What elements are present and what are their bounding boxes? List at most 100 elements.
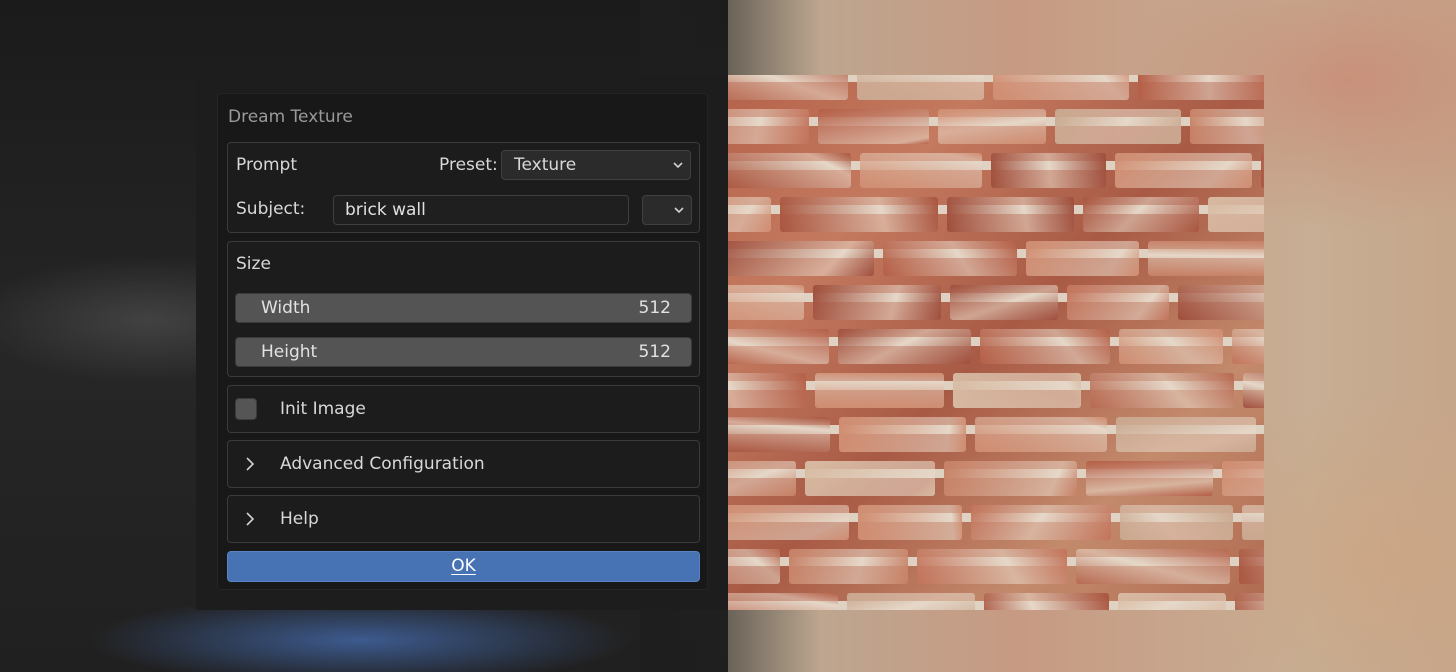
brick	[728, 75, 848, 100]
brick-row	[728, 549, 1264, 584]
brick	[780, 197, 938, 232]
ok-label: OK	[451, 556, 476, 576]
brick-row	[728, 109, 1264, 144]
brick	[1242, 505, 1264, 540]
brick	[728, 505, 849, 540]
brick	[947, 197, 1074, 232]
init-image-section[interactable]: Init Image	[227, 385, 700, 433]
brick	[838, 329, 971, 364]
size-section: Size Width 512 Height 512	[227, 241, 700, 377]
brick	[847, 593, 975, 610]
brick	[1083, 197, 1199, 232]
dialog-title: Dream Texture	[228, 107, 353, 127]
help-section[interactable]: Help	[227, 495, 700, 543]
brick	[1026, 241, 1139, 276]
brick	[1235, 593, 1264, 610]
brick	[728, 241, 874, 276]
brick	[980, 329, 1110, 364]
brick	[993, 75, 1129, 100]
dialog-panel: Dream Texture Prompt Preset: Texture Sub…	[217, 93, 708, 590]
brick	[1118, 593, 1226, 610]
brick	[813, 285, 941, 320]
dream-texture-dialog: Dream Texture Prompt Preset: Texture Sub…	[196, 75, 728, 610]
brick	[1243, 373, 1264, 408]
height-label: Height	[261, 342, 318, 362]
ok-button[interactable]: OK	[227, 551, 700, 582]
brick	[789, 549, 908, 584]
brick	[728, 417, 830, 452]
preset-value: Texture	[514, 155, 577, 175]
subject-suggestions-dropdown[interactable]	[642, 195, 692, 225]
brick	[1067, 285, 1169, 320]
width-value: 512	[638, 298, 671, 318]
brick	[728, 593, 838, 610]
brick	[1090, 373, 1234, 408]
height-value: 512	[638, 342, 671, 362]
brick	[917, 549, 1067, 584]
brick-row	[728, 417, 1264, 452]
height-slider[interactable]: Height 512	[235, 337, 692, 367]
generated-texture-image	[728, 75, 1264, 610]
subject-input[interactable]: brick wall	[333, 195, 629, 225]
subject-value: brick wall	[345, 200, 426, 220]
brick	[938, 109, 1046, 144]
brick	[1138, 75, 1264, 100]
brick	[728, 329, 829, 364]
brick	[818, 109, 929, 144]
brick	[1148, 241, 1264, 276]
brick	[1222, 461, 1264, 496]
init-image-checkbox[interactable]	[235, 398, 257, 420]
brick	[728, 197, 771, 232]
brick	[1120, 505, 1233, 540]
width-label: Width	[261, 298, 311, 318]
brick	[1115, 153, 1252, 188]
brick	[1076, 549, 1230, 584]
brick	[971, 505, 1111, 540]
brick	[815, 373, 944, 408]
advanced-configuration-section[interactable]: Advanced Configuration	[227, 440, 700, 488]
brick-row	[728, 285, 1264, 320]
width-slider[interactable]: Width 512	[235, 293, 692, 323]
brick	[991, 153, 1106, 188]
brick-row	[728, 593, 1264, 610]
brick	[728, 549, 780, 584]
chevron-right-icon	[246, 512, 255, 526]
brick	[805, 461, 935, 496]
brick	[839, 417, 966, 452]
brick	[1261, 153, 1264, 188]
brick	[953, 373, 1081, 408]
brick	[857, 75, 984, 100]
brick	[1239, 549, 1264, 584]
brick-row	[728, 461, 1264, 496]
brick-row	[728, 329, 1264, 364]
chevron-down-icon	[673, 162, 683, 169]
brick	[1208, 197, 1264, 232]
subject-label: Subject:	[236, 199, 306, 219]
brick	[858, 505, 962, 540]
brick	[883, 241, 1017, 276]
prompt-label: Prompt	[236, 155, 297, 175]
brick	[1116, 417, 1256, 452]
brick-row	[728, 373, 1264, 408]
brick	[1190, 109, 1264, 144]
init-image-label: Init Image	[280, 399, 366, 419]
brick	[1119, 329, 1223, 364]
brick-row	[728, 505, 1264, 540]
brick	[728, 285, 804, 320]
brick	[944, 461, 1077, 496]
size-label: Size	[236, 254, 271, 274]
brick	[1232, 329, 1264, 364]
chevron-down-icon	[674, 207, 684, 214]
brick	[975, 417, 1107, 452]
brick	[950, 285, 1058, 320]
preset-label: Preset:	[439, 155, 498, 175]
chevron-right-icon	[246, 457, 255, 471]
brick	[984, 593, 1109, 610]
brick	[728, 153, 851, 188]
help-label: Help	[280, 509, 319, 529]
preset-dropdown[interactable]: Texture	[501, 150, 691, 180]
brick	[860, 153, 982, 188]
brick	[728, 109, 809, 144]
advanced-configuration-label: Advanced Configuration	[280, 454, 485, 474]
brick	[728, 373, 806, 408]
